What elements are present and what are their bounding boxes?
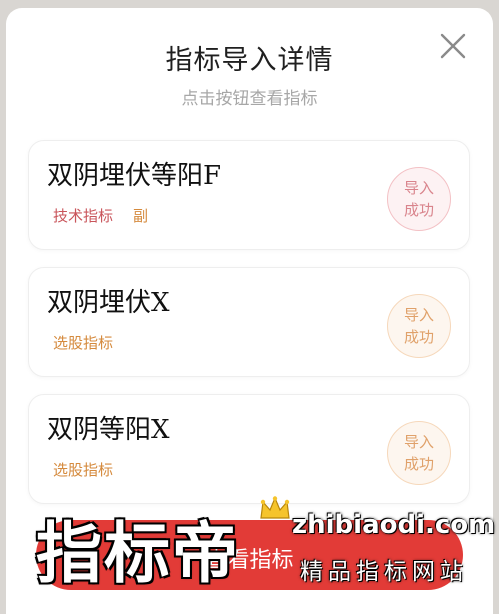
dialog-subtitle: 点击按钮查看指标 bbox=[181, 89, 318, 109]
indicator-name: 双阴等阳X bbox=[47, 415, 170, 445]
tag-type: 技术指标 bbox=[53, 207, 114, 225]
status-line-1: 导入 bbox=[403, 179, 434, 197]
indicator-tags: 选股指标 bbox=[53, 459, 113, 480]
close-icon[interactable] bbox=[437, 30, 469, 62]
status-line-2: 成功 bbox=[403, 201, 434, 219]
status-line-2: 成功 bbox=[403, 455, 434, 473]
indicator-tags: 选股指标 bbox=[53, 332, 113, 353]
crown-icon bbox=[258, 496, 292, 526]
watermark-domain: zhibiaodi.com bbox=[292, 510, 496, 540]
status-line-1: 导入 bbox=[403, 306, 434, 324]
tag-type: 选股指标 bbox=[53, 334, 114, 352]
dialog-title: 指标导入详情 bbox=[165, 45, 334, 76]
tag-sub: 副 bbox=[133, 207, 149, 225]
indicator-name: 双阴埋伏等阳F bbox=[47, 161, 222, 191]
indicator-card[interactable]: 双阴等阳X 选股指标 导入 成功 bbox=[28, 394, 470, 504]
watermark-slogan: 精品指标网站 bbox=[300, 559, 468, 585]
indicator-name: 双阴埋伏X bbox=[47, 288, 170, 318]
import-status-badge[interactable]: 导入 成功 bbox=[387, 167, 451, 231]
import-status-badge[interactable]: 导入 成功 bbox=[387, 421, 451, 485]
status-line-2: 成功 bbox=[403, 328, 434, 346]
tag-type: 选股指标 bbox=[53, 461, 114, 479]
import-status-badge[interactable]: 导入 成功 bbox=[387, 294, 451, 358]
indicator-card[interactable]: 双阴埋伏等阳F 技术指标 副 导入 成功 bbox=[28, 140, 470, 250]
indicator-card[interactable]: 双阴埋伏X 选股指标 导入 成功 bbox=[28, 267, 470, 377]
indicator-tags: 技术指标 副 bbox=[53, 205, 148, 226]
watermark-brand: 指标帝 bbox=[36, 515, 240, 592]
status-line-1: 导入 bbox=[403, 433, 434, 451]
